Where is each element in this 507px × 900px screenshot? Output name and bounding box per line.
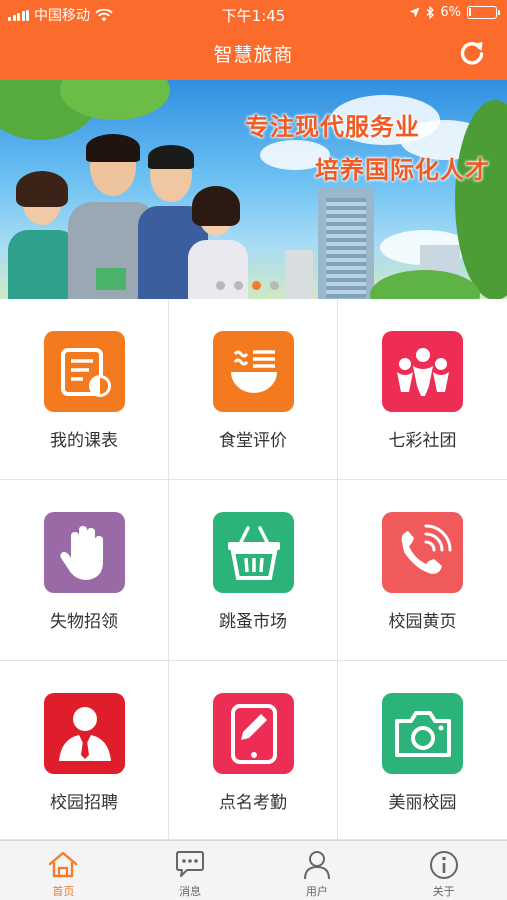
grid-item-label: 跳蚤市场: [219, 612, 287, 632]
battery-icon: [467, 6, 500, 19]
user-icon: [303, 851, 330, 880]
battery-percent: 6%: [440, 5, 461, 20]
tab-messages[interactable]: 消息: [127, 841, 254, 900]
grid-item-label: 七彩社团: [388, 431, 457, 451]
tab-home[interactable]: 首页: [0, 841, 127, 900]
tab-label: 消息: [179, 885, 202, 898]
carousel-dot[interactable]: [216, 281, 225, 290]
tab-user[interactable]: 用户: [254, 841, 381, 900]
camera-icon: [382, 693, 463, 774]
grid-item-clubs[interactable]: 七彩社团: [338, 299, 507, 480]
hand-icon: [44, 512, 125, 593]
grid-item-label: 校园招聘: [50, 793, 118, 813]
banner-slogan-line1: 专注现代服务业: [245, 113, 420, 141]
grid-item-recruitment[interactable]: 校园招聘: [0, 661, 169, 840]
grid-item-label: 美丽校园: [388, 793, 457, 813]
bluetooth-icon: [426, 6, 435, 19]
home-icon: [49, 851, 78, 878]
banner-carousel[interactable]: 专注现代服务业 培养国际化人才: [0, 80, 507, 299]
location-arrow-icon: [409, 7, 420, 18]
grid-item-campus[interactable]: 美丽校园: [338, 661, 507, 840]
tab-about[interactable]: 关于: [380, 841, 507, 900]
carousel-indicator[interactable]: [216, 281, 279, 290]
basket-icon: [213, 512, 294, 593]
grid-item-flea-market[interactable]: 跳蚤市场: [169, 480, 338, 661]
people-icon: [382, 331, 463, 412]
chat-icon: [176, 851, 205, 877]
info-icon: [429, 851, 458, 879]
tab-label: 用户: [305, 885, 328, 898]
grid-item-yellow-pages[interactable]: 校园黄页: [338, 480, 507, 661]
person-tie-icon: [44, 693, 125, 774]
phone-icon: [382, 512, 463, 593]
banner-slogan-line2: 培养国际化人才: [315, 156, 490, 184]
grid-item-schedule[interactable]: 我的课表: [0, 299, 169, 480]
grid-item-attendance[interactable]: 点名考勤: [169, 661, 338, 840]
feature-grid: 我的课表 食堂评价 七彩社团 失物招领 跳蚤市场 校园黄页 校园招聘 点名考勤 …: [0, 299, 507, 840]
tablet-pen-icon: [213, 693, 294, 774]
schedule-icon: [44, 331, 125, 412]
carousel-dot[interactable]: [252, 281, 261, 290]
bottom-tab-bar: 首页 消息 用户 关于: [0, 840, 507, 900]
grid-item-label: 点名考勤: [219, 793, 287, 813]
page-title: 智慧旅商: [213, 44, 294, 66]
status-bar: 中国移动 下午1:45 6%: [0, 0, 507, 28]
app-header: 中国移动 下午1:45 6% 智慧旅商: [0, 0, 507, 80]
bowl-icon: [213, 331, 294, 412]
grid-item-label: 食堂评价: [219, 431, 287, 451]
grid-item-label: 我的课表: [50, 431, 118, 451]
tab-label: 关于: [432, 885, 455, 898]
grid-item-lost-found[interactable]: 失物招领: [0, 480, 169, 661]
carousel-dot[interactable]: [234, 281, 243, 290]
grid-item-canteen[interactable]: 食堂评价: [169, 299, 338, 480]
refresh-icon[interactable]: [457, 38, 487, 68]
grid-item-label: 校园黄页: [388, 612, 457, 632]
grid-item-label: 失物招领: [50, 612, 118, 632]
tab-label: 首页: [52, 885, 75, 898]
carousel-dot[interactable]: [270, 281, 279, 290]
